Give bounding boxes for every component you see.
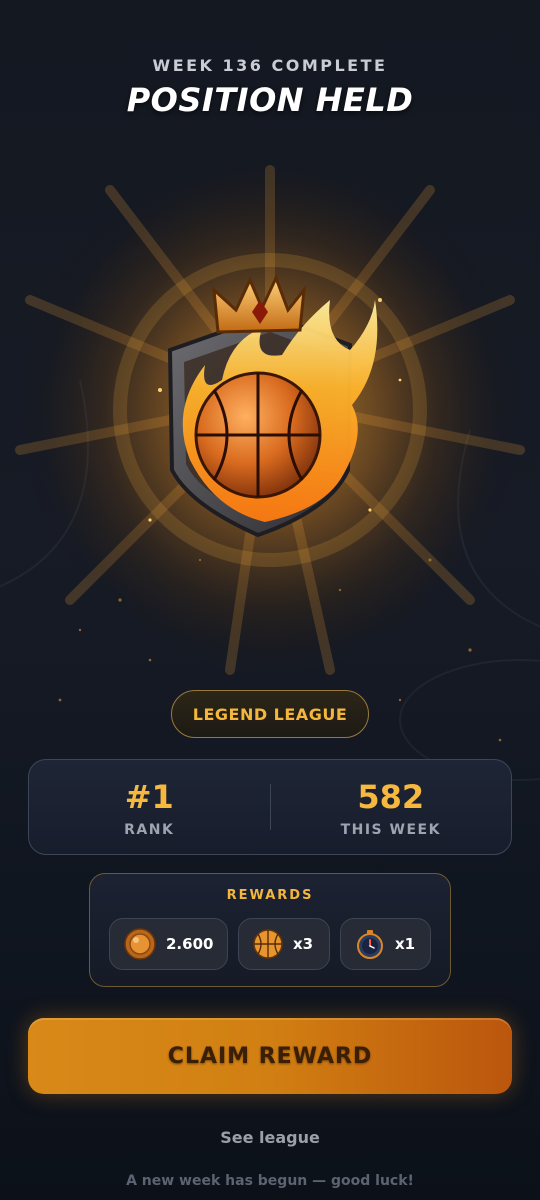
reward-basketballs-amount: x3 (293, 935, 314, 953)
coin-icon (124, 928, 156, 960)
week-subtitle: WEEK 136 COMPLETE (152, 56, 388, 75)
reward-coins: 2.600 (109, 918, 228, 970)
rewards-label: REWARDS (226, 888, 314, 903)
see-league-link[interactable]: See league (0, 1128, 540, 1147)
reward-coins-amount: 2.600 (166, 935, 214, 953)
stats-panel: #1 RANK 582 THIS WEEK (28, 759, 512, 855)
footer-note: A new week has begun — good luck! (126, 1173, 414, 1189)
week-score-value: 582 (357, 778, 425, 816)
basketball-icon (253, 929, 283, 959)
league-badge: LEGEND LEAGUE (171, 690, 369, 738)
reward-stopwatch-amount: x1 (395, 935, 416, 953)
stopwatch-icon (357, 930, 383, 959)
rank-label: RANK (124, 822, 175, 838)
reward-stopwatch: x1 (340, 918, 431, 970)
rewards-panel: REWARDS 2.600 x3 x1 (89, 873, 451, 987)
week-score-label: THIS WEEK (340, 822, 441, 838)
rank-value: #1 (124, 778, 174, 816)
header: WEEK 136 COMPLETE POSITION HELD (0, 56, 540, 119)
claim-reward-button[interactable]: CLAIM REWARD (28, 1018, 512, 1094)
rank-stat: #1 RANK (29, 760, 270, 854)
reward-basketballs: x3 (238, 918, 330, 970)
page-title: POSITION HELD (126, 81, 414, 119)
flaming-basketball-crown-badge-icon (10, 150, 530, 675)
week-score-stat: 582 THIS WEEK (271, 760, 512, 854)
